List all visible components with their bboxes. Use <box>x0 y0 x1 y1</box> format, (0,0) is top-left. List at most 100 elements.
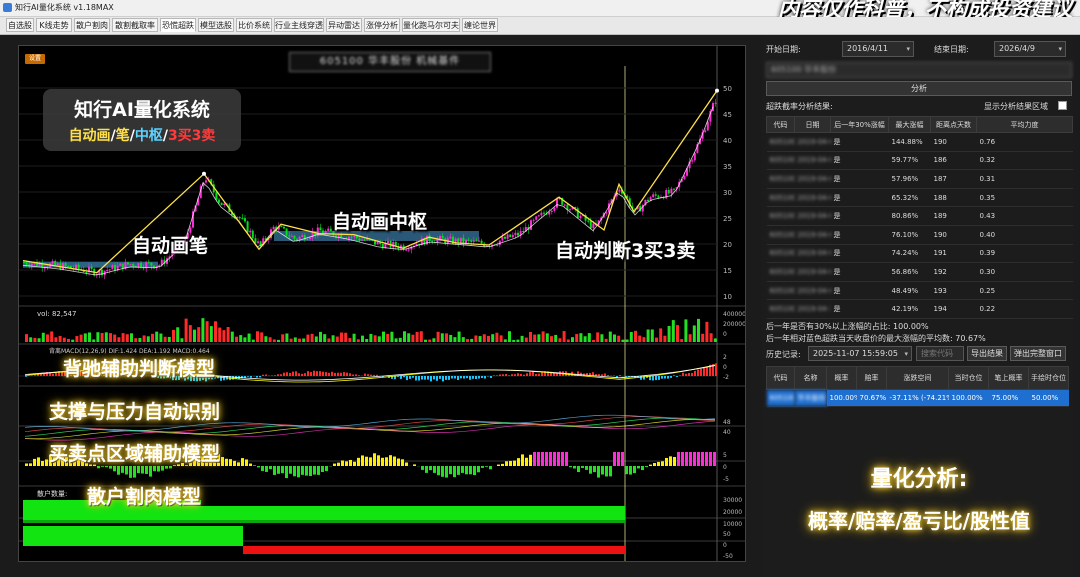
buysell-bar <box>701 452 704 466</box>
buysell-bar <box>557 452 560 466</box>
buysell-bar <box>541 452 544 466</box>
table2-header[interactable]: 当时仓位 <box>948 366 989 390</box>
table-cell: 605100 <box>766 225 795 245</box>
table-row[interactable]: 6051002019-04-05是80.86%1890.43 <box>766 206 1073 226</box>
tab-1[interactable]: 自选股 <box>6 18 34 32</box>
table-row[interactable]: 6051002019-04-02是59.77%1860.32 <box>766 151 1073 171</box>
table-cell: 是 <box>830 244 889 264</box>
buysell-bar <box>161 466 164 471</box>
ratio-tick: -50 <box>723 553 733 560</box>
volume-bar <box>575 334 579 342</box>
tab-4[interactable]: 散割截取率 <box>112 18 158 32</box>
buysell-bar <box>401 459 404 466</box>
volume-bar <box>130 333 133 342</box>
buysell-bar <box>537 452 540 466</box>
volume-bar <box>377 336 381 342</box>
table2-header[interactable]: 概率 <box>826 366 857 390</box>
end-date-picker[interactable]: 2026/4/9 ▾ <box>994 41 1066 57</box>
candle-body <box>514 232 517 235</box>
macd-bar <box>460 376 462 379</box>
volume-bar <box>92 339 96 342</box>
summary-ratio: 后一年是否有30%以上涨幅的占比: 100.00% <box>766 322 929 331</box>
table-row[interactable]: 6051002019-04-04是65.32%1880.35 <box>766 188 1073 208</box>
candle-body <box>285 228 288 236</box>
table-row[interactable]: 6051002019-04-07是74.24%1910.39 <box>766 244 1073 264</box>
table-row[interactable]: 6051002019-04-10是42.19%1940.22 <box>766 299 1073 319</box>
tab-5[interactable]: 恐慌超跌 <box>160 18 196 32</box>
candle-body <box>350 236 353 238</box>
volume-bar <box>197 327 201 342</box>
candle-body <box>77 264 80 269</box>
analysis-side-panel: 开始日期: 2016/4/11 ▾ 结束日期: 2026/4/9 ▾ 605100 … <box>762 36 1074 577</box>
table2-header[interactable]: 名称 <box>794 366 827 390</box>
history-row[interactable]: 605100华丰股份100.00%70.67%-37.11% (-74.21%)… <box>766 389 1069 407</box>
table2-header[interactable]: 代码 <box>766 366 795 390</box>
table2-header[interactable]: 赔率 <box>856 366 887 390</box>
tab-11[interactable]: 量化跑马尔可夫 <box>402 18 460 32</box>
volume-bar <box>235 336 238 342</box>
table1-header[interactable]: 距离点天数 <box>930 116 977 133</box>
macd-tick: -2 <box>723 374 729 381</box>
settings-button[interactable]: 设置 <box>25 54 45 64</box>
macd-bar <box>517 373 519 376</box>
volume-bar <box>579 333 583 342</box>
volume-bar <box>125 334 129 342</box>
table1-header[interactable]: 后一年30%涨幅 <box>830 116 889 133</box>
candle-body <box>353 235 356 237</box>
volume-bar <box>230 331 234 342</box>
tab-6[interactable]: 模型选股 <box>198 18 234 32</box>
tab-2[interactable]: K线走势 <box>36 18 72 32</box>
volume-bar <box>520 335 524 342</box>
volume-bar <box>688 334 692 342</box>
show-region-checkbox[interactable] <box>1058 101 1067 110</box>
macd-bar <box>232 376 234 380</box>
popout-window-button[interactable]: 弹出完整窗口 <box>1010 346 1066 361</box>
ratio-tick: 50 <box>723 531 731 538</box>
price-tick: 10 <box>723 293 732 301</box>
table-row[interactable]: 6051002019-04-09是48.49%1930.25 <box>766 281 1073 301</box>
macd-bar <box>415 376 417 381</box>
table-cell: 193 <box>930 281 977 301</box>
table-row[interactable]: 6051002019-04-01是144.88%1900.76 <box>766 132 1073 152</box>
tab-8[interactable]: 行业主线穿透 <box>274 18 324 32</box>
table2-header[interactable]: 笔上概率 <box>988 366 1029 390</box>
analyze-button[interactable]: 分析 <box>766 81 1072 96</box>
tab-10[interactable]: 涨停分析 <box>364 18 400 32</box>
volume-bar <box>159 333 163 342</box>
table1-header[interactable]: 代码 <box>766 116 795 133</box>
macd-bar <box>331 371 333 376</box>
volume-bar <box>705 321 709 342</box>
table1-header[interactable]: 日期 <box>794 116 831 133</box>
export-results-button[interactable]: 导出结果 <box>967 346 1007 361</box>
buysell-bar <box>361 455 364 466</box>
search-code-input[interactable]: 搜索代码 <box>916 346 964 361</box>
analysis-subtitle: 概率/赔率/盈亏比/股性值 <box>808 509 1030 533</box>
macd-bar <box>505 373 507 376</box>
table-row[interactable]: 6051002019-04-08是56.86%1920.30 <box>766 262 1073 282</box>
tab-12[interactable]: 缠论世界 <box>462 18 498 32</box>
table1-header[interactable]: 最大涨幅 <box>888 116 931 133</box>
tab-7[interactable]: 比价系统 <box>236 18 272 32</box>
buysell-bar <box>245 459 248 466</box>
tab-9[interactable]: 异动雷达 <box>326 18 362 32</box>
table2-header[interactable]: 涨跌空间 <box>886 366 949 390</box>
macd-bar <box>451 376 453 379</box>
table2-header[interactable]: 手绘时仓位 <box>1028 366 1069 390</box>
table-row[interactable]: 6051002019-04-03是57.96%1870.31 <box>766 169 1073 189</box>
macd-bar <box>295 371 297 376</box>
table-cell: 0.39 <box>976 244 1073 264</box>
start-date-picker[interactable]: 2016/4/11 ▾ <box>842 41 914 57</box>
history-select[interactable]: 2025-11-07 15:59:05 ▾ <box>808 346 912 361</box>
candle-body <box>106 270 109 272</box>
volume-bar <box>398 337 402 342</box>
volume-bar <box>470 338 474 342</box>
table1-header[interactable]: 平均力度 <box>976 116 1073 133</box>
stock-code-field[interactable]: 605100 华丰股份 <box>766 62 1072 78</box>
candle-body <box>459 237 462 244</box>
volume-bar <box>453 337 457 342</box>
tab-3[interactable]: 散户割肉 <box>74 18 110 32</box>
buysell-bar <box>293 466 296 477</box>
volume-bar <box>550 336 553 342</box>
table-row[interactable]: 6051002019-04-06是76.10%1900.40 <box>766 225 1073 245</box>
candle-body <box>238 217 241 219</box>
